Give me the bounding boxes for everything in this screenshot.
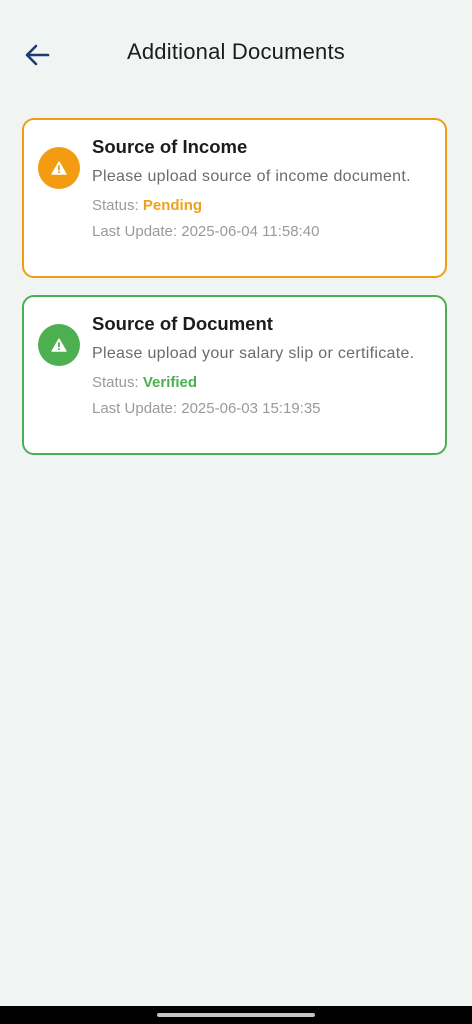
status-row: Status: Verified xyxy=(92,374,433,392)
verified-status-badge xyxy=(38,324,80,366)
document-card[interactable]: Source of Income Please upload source of… xyxy=(22,118,447,278)
last-update-value: 2025-06-03 15:19:35 xyxy=(181,400,321,417)
document-title: Source of Document xyxy=(92,313,273,334)
pending-status-badge xyxy=(38,147,80,189)
document-description: Please upload source of income document. xyxy=(92,168,411,185)
system-navigation-bar xyxy=(0,1006,472,1024)
last-update-label: Last Update: xyxy=(92,400,182,417)
document-description: Please upload your salary slip or certif… xyxy=(92,345,415,362)
last-update-row: Last Update: 2025-06-04 11:58:40 xyxy=(92,223,433,241)
page-title: Additional Documents xyxy=(126,39,345,64)
last-update-value: 2025-06-04 11:58:40 xyxy=(181,223,320,240)
last-update-label: Last Update: xyxy=(92,223,182,240)
warning-icon xyxy=(51,338,67,352)
status-row: Status: Pending xyxy=(92,197,433,215)
last-update-row: Last Update: 2025-06-03 15:19:35 xyxy=(92,400,433,418)
status-label: Status: xyxy=(92,374,143,391)
document-card[interactable]: Source of Document Please upload your sa… xyxy=(22,295,447,455)
app-bar: Additional Documents xyxy=(0,0,472,108)
status-label: Status: xyxy=(92,197,143,214)
status-value: Pending xyxy=(142,197,203,214)
status-value: Verified xyxy=(142,374,198,391)
document-title: Source of Income xyxy=(92,136,248,157)
home-gesture-handle[interactable] xyxy=(157,1013,315,1017)
warning-icon xyxy=(51,161,67,175)
